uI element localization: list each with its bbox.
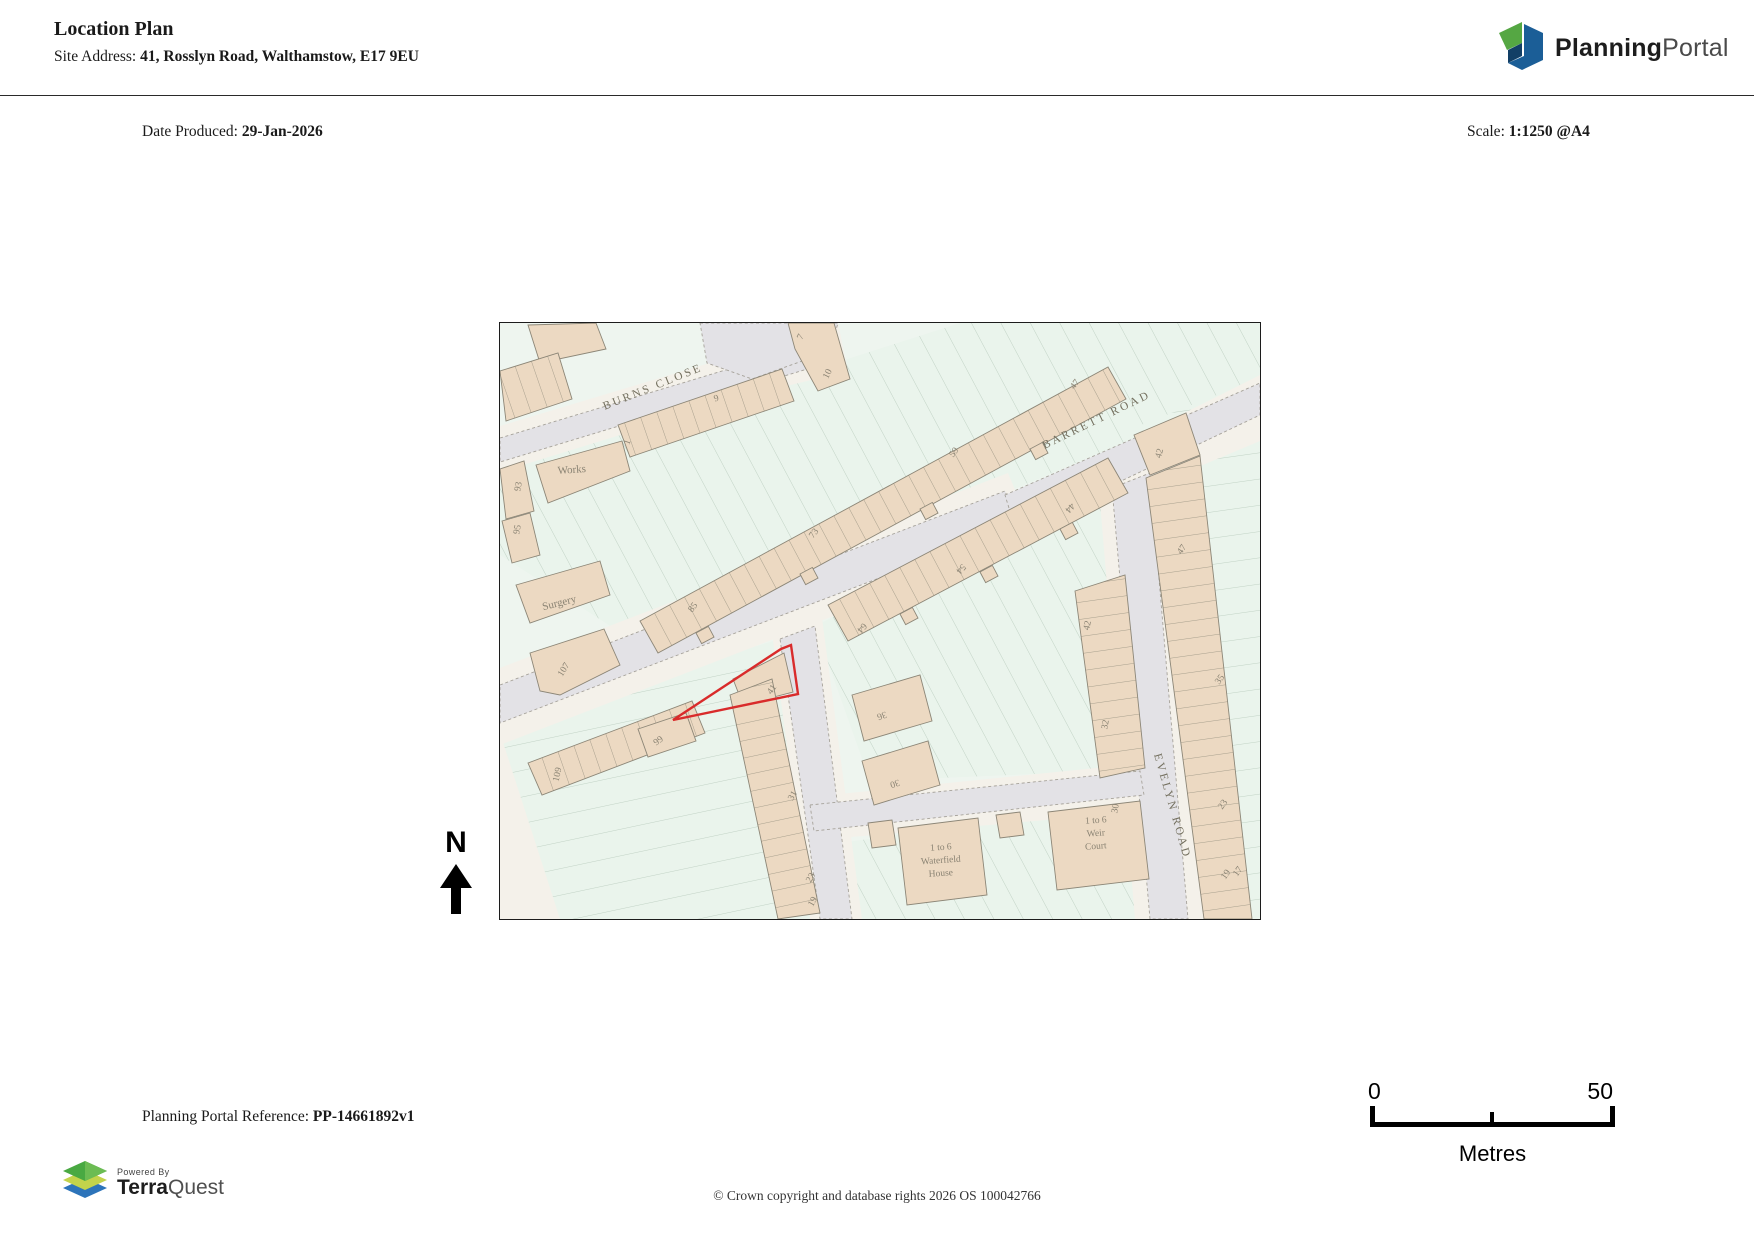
house-number: 30 — [1110, 803, 1122, 814]
crown-copyright: © Crown copyright and database rights 20… — [713, 1188, 1041, 1203]
map-frame: BURNS CLOSE BARRETT ROAD EVELYN ROAD Wor… — [499, 322, 1261, 920]
building-label-waterfield-3: House — [928, 868, 953, 880]
location-plan-page: Location Plan Site Address: 41, Rosslyn … — [0, 0, 1754, 1241]
terraquest-logo: Powered By TerraQuest — [62, 1160, 224, 1207]
building-label-weir-1: 1 to 6 — [1085, 815, 1108, 827]
map-scale: Scale: 1:1250 @A4 — [1467, 123, 1590, 140]
building-label-weir-3: Court — [1085, 841, 1108, 853]
page-title: Location Plan — [54, 18, 174, 40]
site-address-label: Site Address: — [54, 48, 141, 65]
north-arrow-icon — [438, 864, 474, 921]
scale-bar: 0 50 Metres — [1360, 1078, 1625, 1167]
building-label-works: Works — [557, 463, 586, 477]
scale-bar-unit: Metres — [1458, 1141, 1527, 1166]
north-label: N — [445, 826, 467, 859]
house-number: 95 — [512, 524, 524, 535]
site-address: Site Address: 41, Rosslyn Road, Walthams… — [54, 48, 419, 66]
house-number: 93 — [513, 481, 525, 492]
map: BURNS CLOSE BARRETT ROAD EVELYN ROAD Wor… — [499, 322, 1261, 920]
scale-bar-start: 0 — [1368, 1078, 1381, 1104]
planning-portal-reference: Planning Portal Reference: PP-14661892v1 — [142, 1108, 415, 1125]
site-address-value: 41, Rosslyn Road, Walthamstow, E17 9EU — [140, 48, 419, 65]
terraquest-icon — [62, 1160, 108, 1207]
planning-portal-icon — [1497, 20, 1545, 77]
building-label-waterfield-1: 1 to 6 — [930, 842, 953, 854]
planning-portal-logo: PlanningPortal — [1497, 20, 1729, 77]
scale-bar-rule — [1370, 1106, 1615, 1127]
planning-portal-wordmark: PlanningPortal — [1555, 34, 1729, 62]
date-produced: Date Produced: 29-Jan-2026 — [142, 123, 323, 140]
terraquest-wordmark: TerraQuest — [117, 1176, 225, 1199]
building-label-weir-2: Weir — [1086, 828, 1106, 839]
scale-bar-end: 50 — [1587, 1078, 1613, 1104]
house-number: 32 — [1100, 719, 1112, 730]
header-divider — [0, 95, 1754, 96]
